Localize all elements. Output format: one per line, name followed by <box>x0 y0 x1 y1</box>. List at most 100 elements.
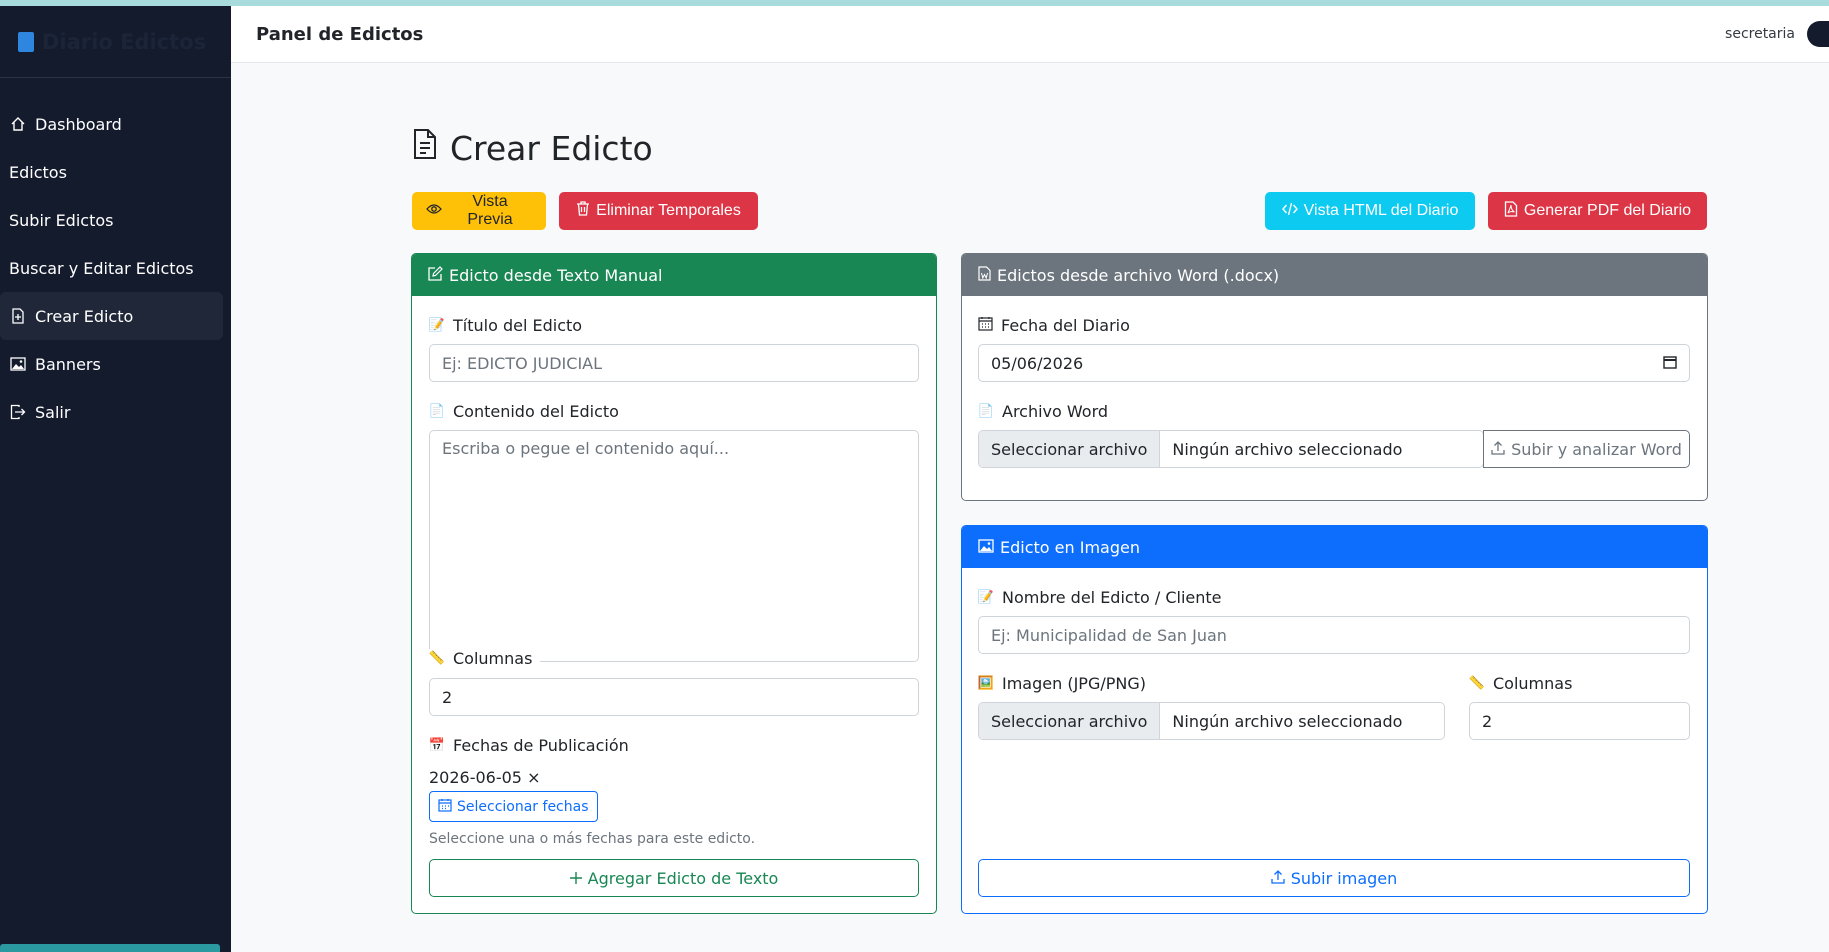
file-text-icon <box>412 128 438 168</box>
columnas-input[interactable]: 2 <box>429 678 919 716</box>
box-arrow-right-icon <box>9 403 27 421</box>
generate-pdf-button[interactable]: Generar PDF del Diario <box>1488 192 1707 230</box>
text-edicto-card: Edicto desde Texto Manual 📝 Título del E… <box>411 253 937 914</box>
preview-label: Vista Previa <box>467 193 513 228</box>
memo-icon: 📝 <box>428 318 446 333</box>
image-file-select-button[interactable]: Seleccionar archivo <box>979 703 1161 739</box>
titulo-label-text: Título del Edicto <box>453 316 583 335</box>
avatar[interactable] <box>1807 21 1829 47</box>
page-title-text: Crear Edicto <box>450 128 653 168</box>
columnas-label: 📏 Columnas <box>428 649 541 668</box>
sidebar-item-label: Dashboard <box>35 114 122 134</box>
archivo-word-label: 📄 Archivo Word <box>978 402 1108 421</box>
framed-picture-icon: 🖼️ <box>977 676 995 691</box>
page-icon: 📄 <box>977 404 995 419</box>
html-view-label: Vista HTML del Diario <box>1303 202 1459 219</box>
titulo-placeholder: Ej: EDICTO JUDICIAL <box>442 353 603 373</box>
sidebar-nav: Dashboard Edictos Subir Edictos Buscar y… <box>0 78 231 436</box>
sidebar-item-dashboard[interactable]: Dashboard <box>0 100 223 148</box>
select-dates-button[interactable]: Seleccionar fechas <box>429 791 598 822</box>
add-text-edicto-button[interactable]: Agregar Edicto de Texto <box>429 859 919 897</box>
fecha-diario-label: Fecha del Diario <box>978 316 1130 335</box>
nombre-cliente-placeholder: Ej: Municipalidad de San Juan <box>991 625 1227 645</box>
imagen-label-text: Imagen (JPG/PNG) <box>1002 674 1146 693</box>
image-columnas-input[interactable]: 2 <box>1469 702 1690 740</box>
house-icon <box>9 115 27 133</box>
contenido-placeholder: Escriba o pegue el contenido aquí... <box>442 439 730 458</box>
file-plus-icon <box>9 307 27 325</box>
word-file-input[interactable]: Seleccionar archivo Ningún archivo selec… <box>978 430 1484 468</box>
brand-name: Diario Edictos <box>42 29 207 54</box>
upload-icon <box>1271 869 1285 888</box>
text-edicto-card-title: Edicto desde Texto Manual <box>449 265 663 285</box>
fechas-help-text: Seleccione una o más fechas para este ed… <box>429 831 756 847</box>
word-edicto-card-header: Edictos desde archivo Word (.docx) <box>962 254 1707 296</box>
code-icon <box>1281 202 1298 221</box>
image-columnas-label-text: Columnas <box>1493 674 1573 693</box>
image-edicto-card-header: Edicto en Imagen <box>962 526 1707 568</box>
image-file-status: Ningún archivo seleccionado <box>1172 711 1403 731</box>
sidebar-item-banners[interactable]: Banners <box>0 340 223 388</box>
text-edicto-card-header: Edicto desde Texto Manual <box>412 254 936 296</box>
add-text-edicto-label: Agregar Edicto de Texto <box>587 868 779 888</box>
pencil-square-icon <box>428 265 443 285</box>
word-file-status: Ningún archivo seleccionado <box>1172 439 1403 459</box>
columnas-label-text: Columnas <box>453 649 533 668</box>
word-edicto-card: Edictos desde archivo Word (.docx) Fecha… <box>961 253 1708 501</box>
file-word-icon <box>978 265 991 285</box>
word-file-select-button[interactable]: Seleccionar archivo <box>979 431 1161 467</box>
image-icon <box>978 538 994 557</box>
archivo-word-label-text: Archivo Word <box>1002 402 1109 421</box>
calendar-grid-icon <box>438 798 452 816</box>
image-columnas-label: 📏 Columnas <box>1469 674 1573 693</box>
contenido-textarea[interactable]: Escriba o pegue el contenido aquí... <box>429 430 919 662</box>
upload-image-label: Subir imagen <box>1290 868 1398 888</box>
image-edicto-card: Edicto en Imagen 📝 Nombre del Edicto / C… <box>961 525 1708 914</box>
image-file-input[interactable]: Seleccionar archivo Ningún archivo selec… <box>978 702 1445 740</box>
sidebar-item-subir-edictos[interactable]: Subir Edictos <box>0 196 223 244</box>
image-icon <box>9 355 27 373</box>
page-icon: 📄 <box>428 404 446 419</box>
delete-temporales-button[interactable]: Eliminar Temporales <box>559 192 758 230</box>
fecha-diario-input[interactable]: 05/06/2026 <box>978 344 1690 382</box>
fechas-label-text: Fechas de Publicación <box>453 736 629 755</box>
fechas-label: 📅 Fechas de Publicación <box>429 736 629 755</box>
nombre-cliente-label: 📝 Nombre del Edicto / Cliente <box>977 588 1222 607</box>
columnas-value: 2 <box>442 687 453 707</box>
trash-icon <box>576 201 590 221</box>
ruler-icon: 📏 <box>428 651 446 666</box>
titulo-input[interactable]: Ej: EDICTO JUDICIAL <box>429 344 919 382</box>
calendar-icon: 📅 <box>428 738 446 753</box>
selected-date-chip[interactable]: 2026-06-05 × <box>429 768 540 787</box>
calendar-picker-icon[interactable] <box>1663 354 1677 373</box>
sidebar-item-crear-edicto[interactable]: Crear Edicto <box>0 292 223 340</box>
preview-button[interactable]: Vista Previa <box>412 192 546 230</box>
page-title: Crear Edicto <box>412 128 653 168</box>
header-title: Panel de Edictos <box>256 23 424 45</box>
html-view-button[interactable]: Vista HTML del Diario <box>1265 192 1475 230</box>
top-header: Panel de Edictos secretaria <box>231 6 1829 63</box>
sidebar-item-label: Buscar y Editar Edictos <box>9 258 194 278</box>
generate-pdf-label: Generar PDF del Diario <box>1523 202 1692 219</box>
imagen-label: 🖼️ Imagen (JPG/PNG) <box>978 674 1146 693</box>
user-area: secretaria <box>1725 21 1829 47</box>
calendar-week-icon <box>978 316 993 335</box>
image-edicto-card-title: Edicto en Imagen <box>1000 537 1140 557</box>
sidebar-item-label: Banners <box>35 354 101 374</box>
nombre-cliente-input[interactable]: Ej: Municipalidad de San Juan <box>978 616 1690 654</box>
fecha-diario-value: 05/06/2026 <box>991 353 1084 373</box>
plus-icon <box>569 869 582 888</box>
sidebar: Diario Edictos Dashboard Edictos Subir E… <box>0 6 231 952</box>
titulo-label: 📝 Título del Edicto <box>429 316 582 335</box>
upload-word-button[interactable]: Subir y analizar Word <box>1483 430 1690 468</box>
sidebar-item-label: Edictos <box>9 162 67 182</box>
sidebar-item-edictos[interactable]: Edictos <box>0 148 223 196</box>
image-columnas-value: 2 <box>1482 711 1493 731</box>
sidebar-item-buscar-editar[interactable]: Buscar y Editar Edictos <box>0 244 223 292</box>
word-edicto-card-title: Edictos desde archivo Word (.docx) <box>997 265 1280 285</box>
sidebar-item-label: Crear Edicto <box>35 306 134 326</box>
sidebar-item-salir[interactable]: Salir <box>0 388 223 436</box>
memo-icon: 📝 <box>977 590 995 605</box>
upload-image-button[interactable]: Subir imagen <box>978 859 1690 897</box>
brand[interactable]: Diario Edictos <box>0 6 231 78</box>
